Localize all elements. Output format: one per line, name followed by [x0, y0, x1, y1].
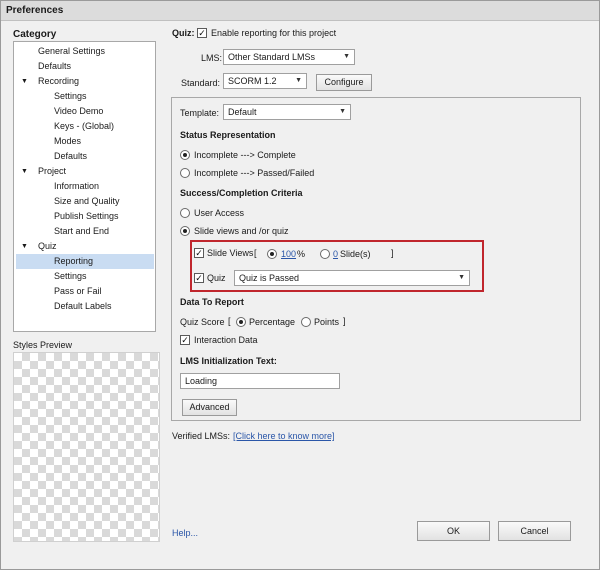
score-bracket-close: ] — [343, 316, 346, 326]
expand-recording-icon[interactable]: ▼ — [21, 74, 28, 89]
quiz-checkbox[interactable]: ✓ — [194, 273, 204, 283]
tree-item-pass-or-fail[interactable]: Pass or Fail — [54, 284, 102, 299]
tree-item-keys-global[interactable]: Keys - (Global) — [54, 119, 114, 134]
interaction-data-checkbox[interactable]: ✓ — [180, 335, 190, 345]
tree-item-reporting[interactable]: Reporting — [16, 254, 154, 269]
quiz-score-label: Quiz Score — [180, 317, 225, 327]
chevron-down-icon: ▼ — [295, 77, 302, 84]
status-complete-radio[interactable] — [180, 150, 190, 160]
help-link[interactable]: Help... — [172, 528, 198, 538]
tree-item-reporting-label: Reporting — [54, 256, 94, 266]
slide-views-quiz-radio[interactable] — [180, 226, 190, 236]
status-complete-label: Incomplete ---> Complete — [194, 150, 296, 160]
enable-reporting-label: Enable reporting for this project — [211, 28, 337, 38]
styles-preview-label: Styles Preview — [13, 340, 73, 350]
expand-project-icon[interactable]: ▼ — [21, 164, 28, 179]
tree-item-defaults[interactable]: Defaults — [38, 59, 71, 74]
chevron-down-icon: ▼ — [458, 274, 465, 281]
lms-select[interactable]: Other Standard LMSs ▼ — [223, 49, 355, 65]
data-to-report-heading: Data To Report — [180, 297, 244, 307]
tree-item-information[interactable]: Information — [54, 179, 99, 194]
tree-item-publish-settings[interactable]: Publish Settings — [54, 209, 119, 224]
chevron-down-icon: ▼ — [339, 108, 346, 115]
score-bracket-open: [ — [228, 316, 231, 326]
quiz-check-label: Quiz — [207, 273, 226, 283]
lms-select-value: Other Standard LMSs — [228, 52, 316, 62]
tree-item-quiz-settings[interactable]: Settings — [54, 269, 87, 284]
user-access-radio[interactable] — [180, 208, 190, 218]
interaction-data-label: Interaction Data — [194, 335, 258, 345]
standard-label: Standard: — [181, 78, 221, 88]
status-passed-failed-label: Incomplete ---> Passed/Failed — [194, 168, 315, 178]
verified-lms-label: Verified LMSs: — [172, 431, 231, 441]
template-select[interactable]: Default ▼ — [223, 104, 351, 120]
bracket-open: [ — [254, 248, 257, 258]
percentage-label: Percentage — [249, 317, 296, 327]
slide-views-checkbox[interactable]: ✓ — [194, 248, 204, 258]
preferences-dialog: Preferences Category General Settings De… — [0, 0, 600, 570]
styles-preview-area — [13, 352, 160, 542]
standard-select[interactable]: SCORM 1.2 ▼ — [223, 73, 307, 89]
cancel-button[interactable]: Cancel — [498, 521, 571, 541]
tree-item-recording-defaults[interactable]: Defaults — [54, 149, 87, 164]
points-label: Points — [314, 317, 340, 327]
tree-item-general-settings[interactable]: General Settings — [38, 44, 105, 59]
lms-initialization-input[interactable]: Loading — [180, 373, 340, 389]
chevron-down-icon: ▼ — [343, 53, 350, 60]
status-representation-heading: Status Representation — [180, 130, 276, 140]
percent-radio[interactable] — [267, 249, 277, 259]
quiz-condition-value: Quiz is Passed — [239, 273, 300, 283]
ok-button[interactable]: OK — [417, 521, 490, 541]
template-select-value: Default — [228, 107, 257, 117]
configure-button[interactable]: Configure — [316, 74, 372, 91]
advanced-button[interactable]: Advanced — [182, 399, 237, 416]
quiz-label: Quiz: — [172, 28, 195, 38]
category-tree[interactable]: General Settings Defaults ▼ Recording Se… — [13, 41, 156, 332]
enable-reporting-checkbox[interactable]: ✓ — [197, 28, 207, 38]
slides-radio[interactable] — [320, 249, 330, 259]
tree-item-recording[interactable]: Recording — [38, 74, 79, 89]
slide-views-quiz-label: Slide views and /or quiz — [194, 226, 289, 236]
expand-quiz-icon[interactable]: ▼ — [21, 239, 28, 254]
tree-item-start-and-end[interactable]: Start and End — [54, 224, 109, 239]
tree-item-default-labels[interactable]: Default Labels — [54, 299, 112, 314]
tree-item-size-and-quality[interactable]: Size and Quality — [54, 194, 120, 209]
dialog-title: Preferences — [1, 1, 599, 21]
slides-label: Slide(s) — [340, 249, 371, 259]
category-heading: Category — [13, 29, 57, 40]
percentage-radio[interactable] — [236, 317, 246, 327]
verified-lms-link[interactable]: [Click here to know more] — [233, 431, 335, 441]
user-access-label: User Access — [194, 208, 245, 218]
success-criteria-heading: Success/Completion Criteria — [180, 188, 303, 198]
tree-item-project[interactable]: Project — [38, 164, 66, 179]
tree-item-recording-settings[interactable]: Settings — [54, 89, 87, 104]
bracket-close: ] — [391, 248, 394, 258]
template-label: Template: — [180, 108, 220, 118]
tree-item-quiz[interactable]: Quiz — [38, 239, 57, 254]
lms-label: LMS: — [201, 53, 223, 63]
slide-views-label: Slide Views — [207, 248, 254, 258]
standard-select-value: SCORM 1.2 — [228, 76, 277, 86]
slides-value[interactable]: 0 — [333, 249, 338, 259]
lms-initialization-heading: LMS Initialization Text: — [180, 356, 277, 366]
points-radio[interactable] — [301, 317, 311, 327]
percent-sign: % — [297, 249, 306, 259]
quiz-condition-select[interactable]: Quiz is Passed ▼ — [234, 270, 470, 286]
tree-item-modes[interactable]: Modes — [54, 134, 81, 149]
tree-item-video-demo[interactable]: Video Demo — [54, 104, 103, 119]
status-passed-failed-radio[interactable] — [180, 168, 190, 178]
percent-value[interactable]: 100 — [281, 249, 296, 259]
